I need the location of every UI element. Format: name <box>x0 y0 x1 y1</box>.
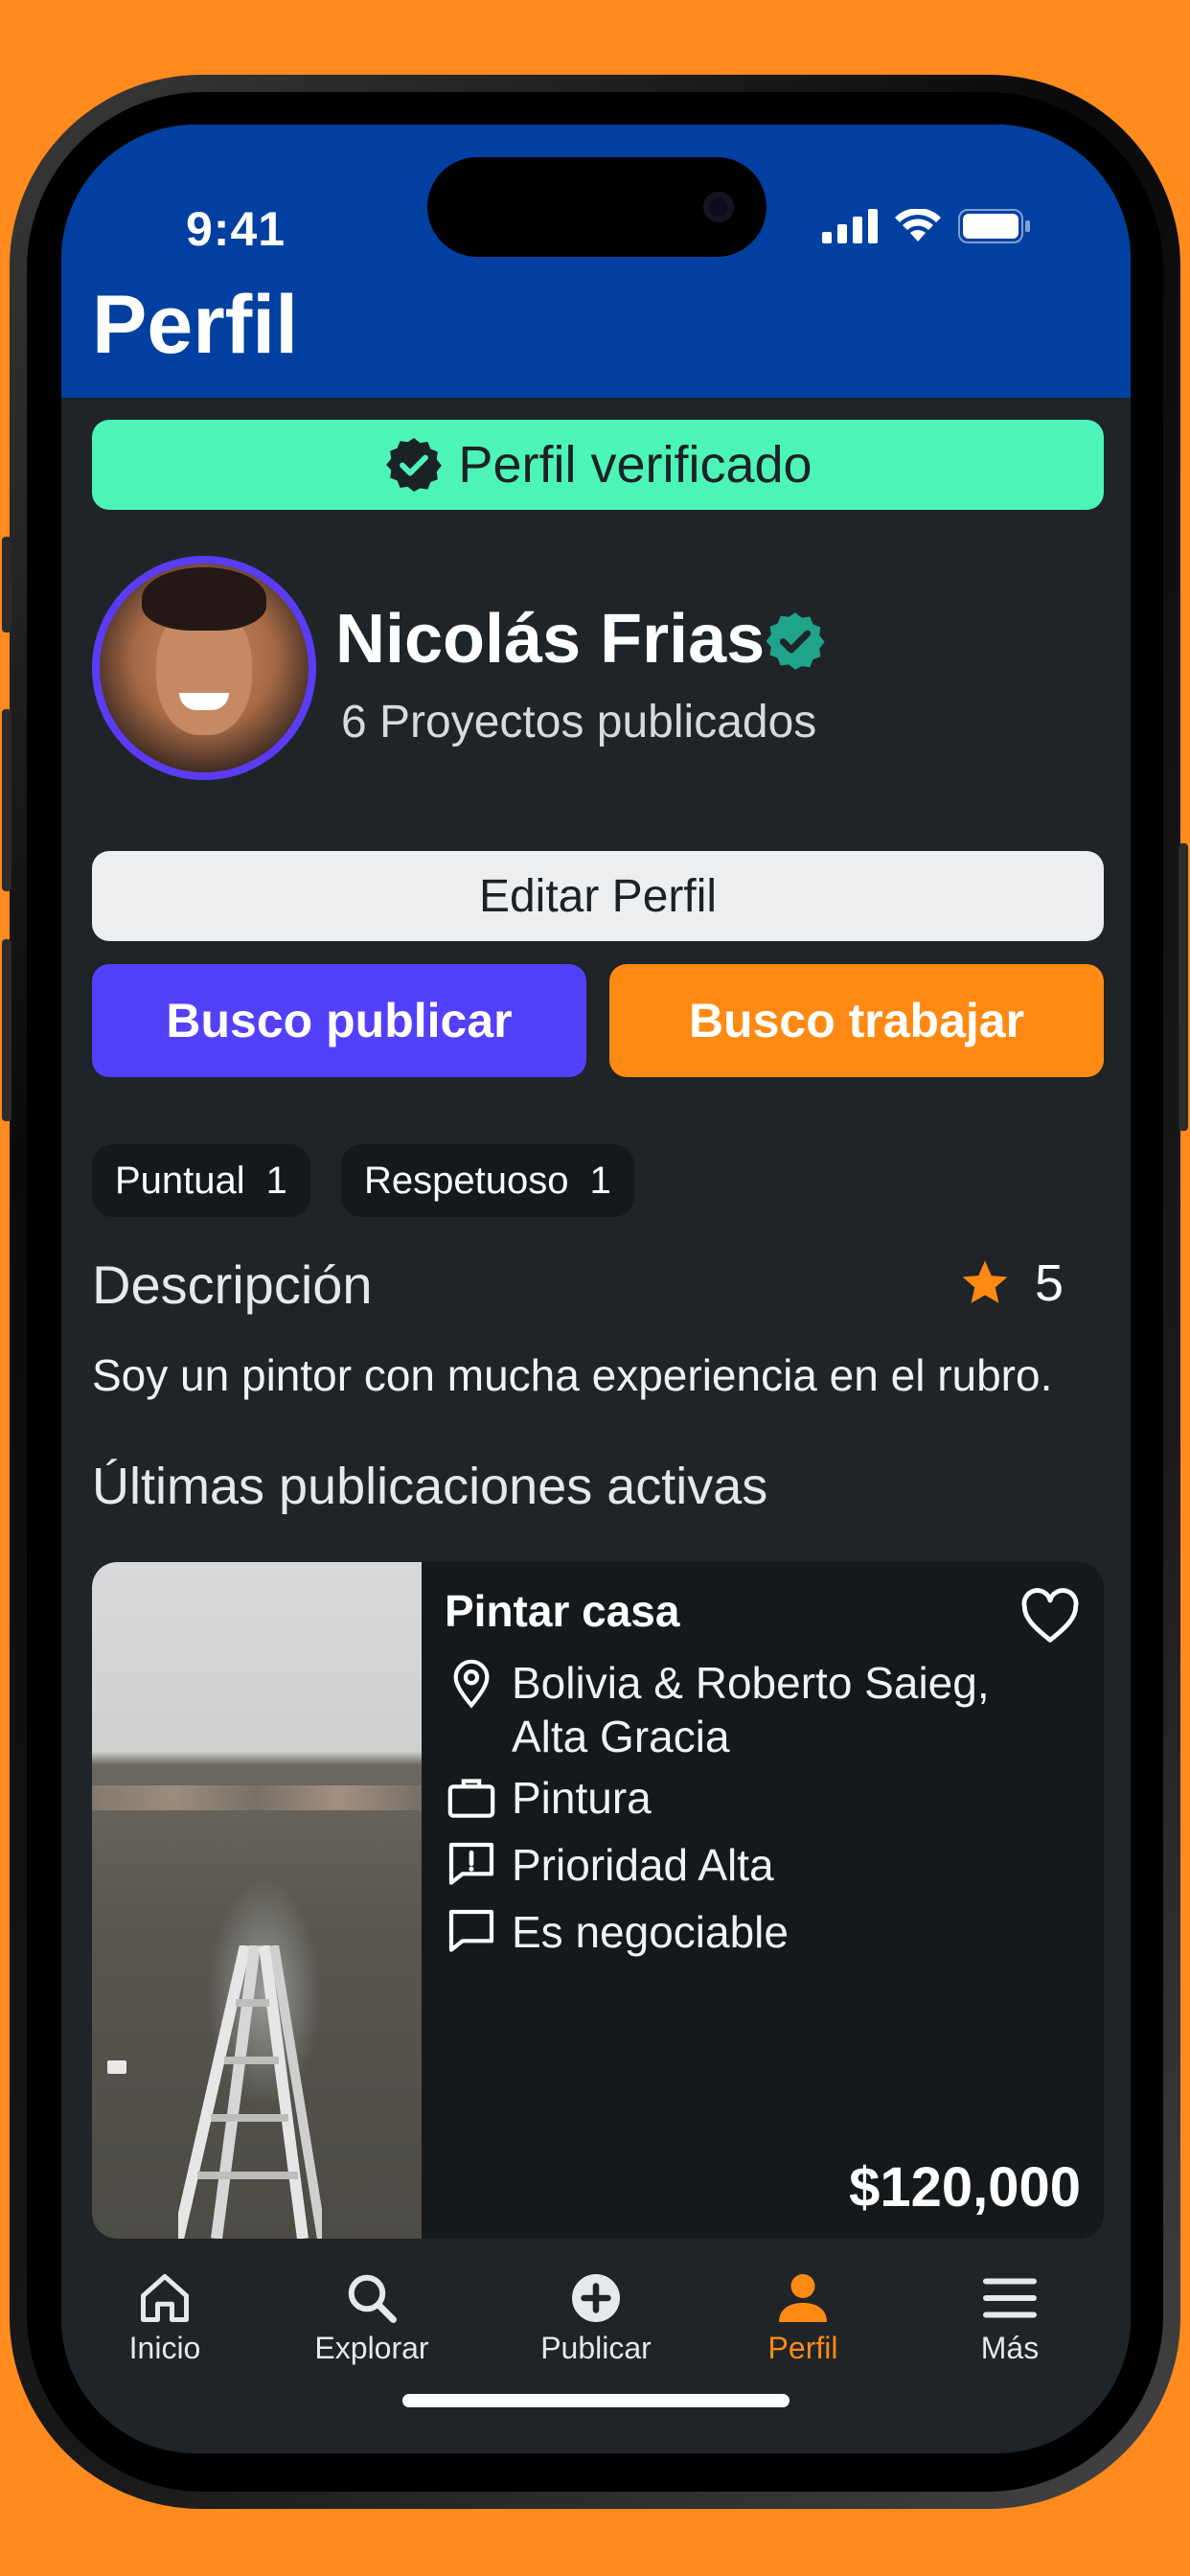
screen: 9:41 Perfil Perfil verificado Nicolás Fr… <box>61 125 1131 2453</box>
publication-negotiable: Es negociable <box>445 1905 789 1959</box>
priority-label: Prioridad Alta <box>512 1840 774 1890</box>
publication-priority: Prioridad Alta <box>445 1838 774 1892</box>
chip-label: Respetuoso <box>364 1159 569 1202</box>
verified-badge-icon <box>386 438 443 492</box>
action-button <box>2 537 11 632</box>
heart-icon[interactable] <box>1019 1587 1081 1644</box>
tab-bar: Inicio Explorar Publicar Perfil Más <box>61 2244 1131 2453</box>
camera-icon <box>703 192 734 222</box>
app-header: 9:41 Perfil <box>61 125 1131 398</box>
chip-label: Puntual <box>115 1159 245 1202</box>
signal-icon <box>822 209 878 243</box>
tab-inicio[interactable]: Inicio <box>69 2271 261 2366</box>
wall-band <box>92 1784 422 1810</box>
user-name: Nicolás Frias <box>335 601 766 678</box>
publication-location: Bolivia & Roberto Saieg, Alta Gracia <box>445 1656 990 1763</box>
power-button <box>1179 843 1188 1131</box>
publication-title: Pintar casa <box>445 1586 680 1636</box>
negotiable-label: Es negociable <box>512 1907 789 1957</box>
rating-value: 5 <box>1034 1254 1064 1312</box>
tab-label: Perfil <box>767 2331 838 2365</box>
tab-label: Explorar <box>314 2331 429 2365</box>
briefcase-icon <box>447 1779 495 1818</box>
page-title: Perfil <box>92 279 299 371</box>
avatar[interactable] <box>92 556 316 780</box>
active-publications-title: Últimas publicaciones activas <box>92 1458 768 1515</box>
status-time: 9:41 <box>186 202 286 256</box>
description-title: Descripción <box>92 1254 373 1315</box>
tab-mas[interactable]: Más <box>914 2271 1106 2366</box>
chip-respetuoso: Respetuoso 1 <box>341 1144 634 1217</box>
description-text: Soy un pintor con mucha experiencia en e… <box>92 1350 1053 1400</box>
verified-banner: Perfil verificado <box>92 420 1104 510</box>
status-icons <box>822 209 1031 243</box>
location-line2: Alta Gracia <box>512 1712 730 1761</box>
chip-puntual: Puntual 1 <box>92 1144 310 1217</box>
plus-circle-icon <box>572 2274 620 2322</box>
volume-down-button <box>2 939 11 1121</box>
tab-label: Publicar <box>540 2331 652 2365</box>
home-icon <box>141 2274 189 2322</box>
projects-count: 6 Proyectos publicados <box>341 697 817 748</box>
search-icon <box>348 2274 397 2323</box>
wifi-icon <box>895 209 941 242</box>
avatar-photo <box>100 564 309 772</box>
edit-profile-button[interactable]: Editar Perfil <box>92 851 1104 941</box>
verified-badge-icon <box>766 612 825 670</box>
menu-icon <box>983 2278 1037 2318</box>
category-label: Pintura <box>512 1773 652 1823</box>
busco-trabajar-button[interactable]: Busco trabajar <box>609 964 1104 1077</box>
user-icon <box>779 2274 827 2322</box>
avatar-hair <box>141 567 267 631</box>
chip-count: 1 <box>265 1159 287 1202</box>
star-icon <box>962 1260 1008 1303</box>
volume-up-button <box>2 709 11 891</box>
publication-image <box>92 1562 422 2239</box>
tab-explorar[interactable]: Explorar <box>276 2271 468 2366</box>
dynamic-island <box>427 157 767 257</box>
verified-banner-label: Perfil verificado <box>458 436 812 494</box>
battery-icon <box>958 209 1030 243</box>
location-pin-icon <box>453 1659 490 1709</box>
priority-alert-icon <box>448 1842 494 1885</box>
tab-perfil[interactable]: Perfil <box>707 2271 899 2366</box>
tab-publicar[interactable]: Publicar <box>500 2271 692 2366</box>
home-indicator[interactable] <box>402 2394 790 2407</box>
publication-card[interactable]: Pintar casa Bolivia & Roberto Saieg, Alt… <box>92 1562 1104 2239</box>
chat-icon <box>448 1909 494 1952</box>
tab-label: Inicio <box>128 2331 201 2365</box>
publication-price: $120,000 <box>849 2156 1081 2219</box>
ladder-image <box>178 1945 322 2239</box>
location-line1: Bolivia & Roberto Saieg, <box>512 1658 990 1708</box>
outlet-icon <box>107 2060 126 2074</box>
publication-category: Pintura <box>445 1771 652 1825</box>
chip-count: 1 <box>589 1159 611 1202</box>
rating: 5 <box>958 1254 1064 1313</box>
busco-publicar-button[interactable]: Busco publicar <box>92 964 586 1077</box>
tab-label: Más <box>980 2331 1040 2365</box>
